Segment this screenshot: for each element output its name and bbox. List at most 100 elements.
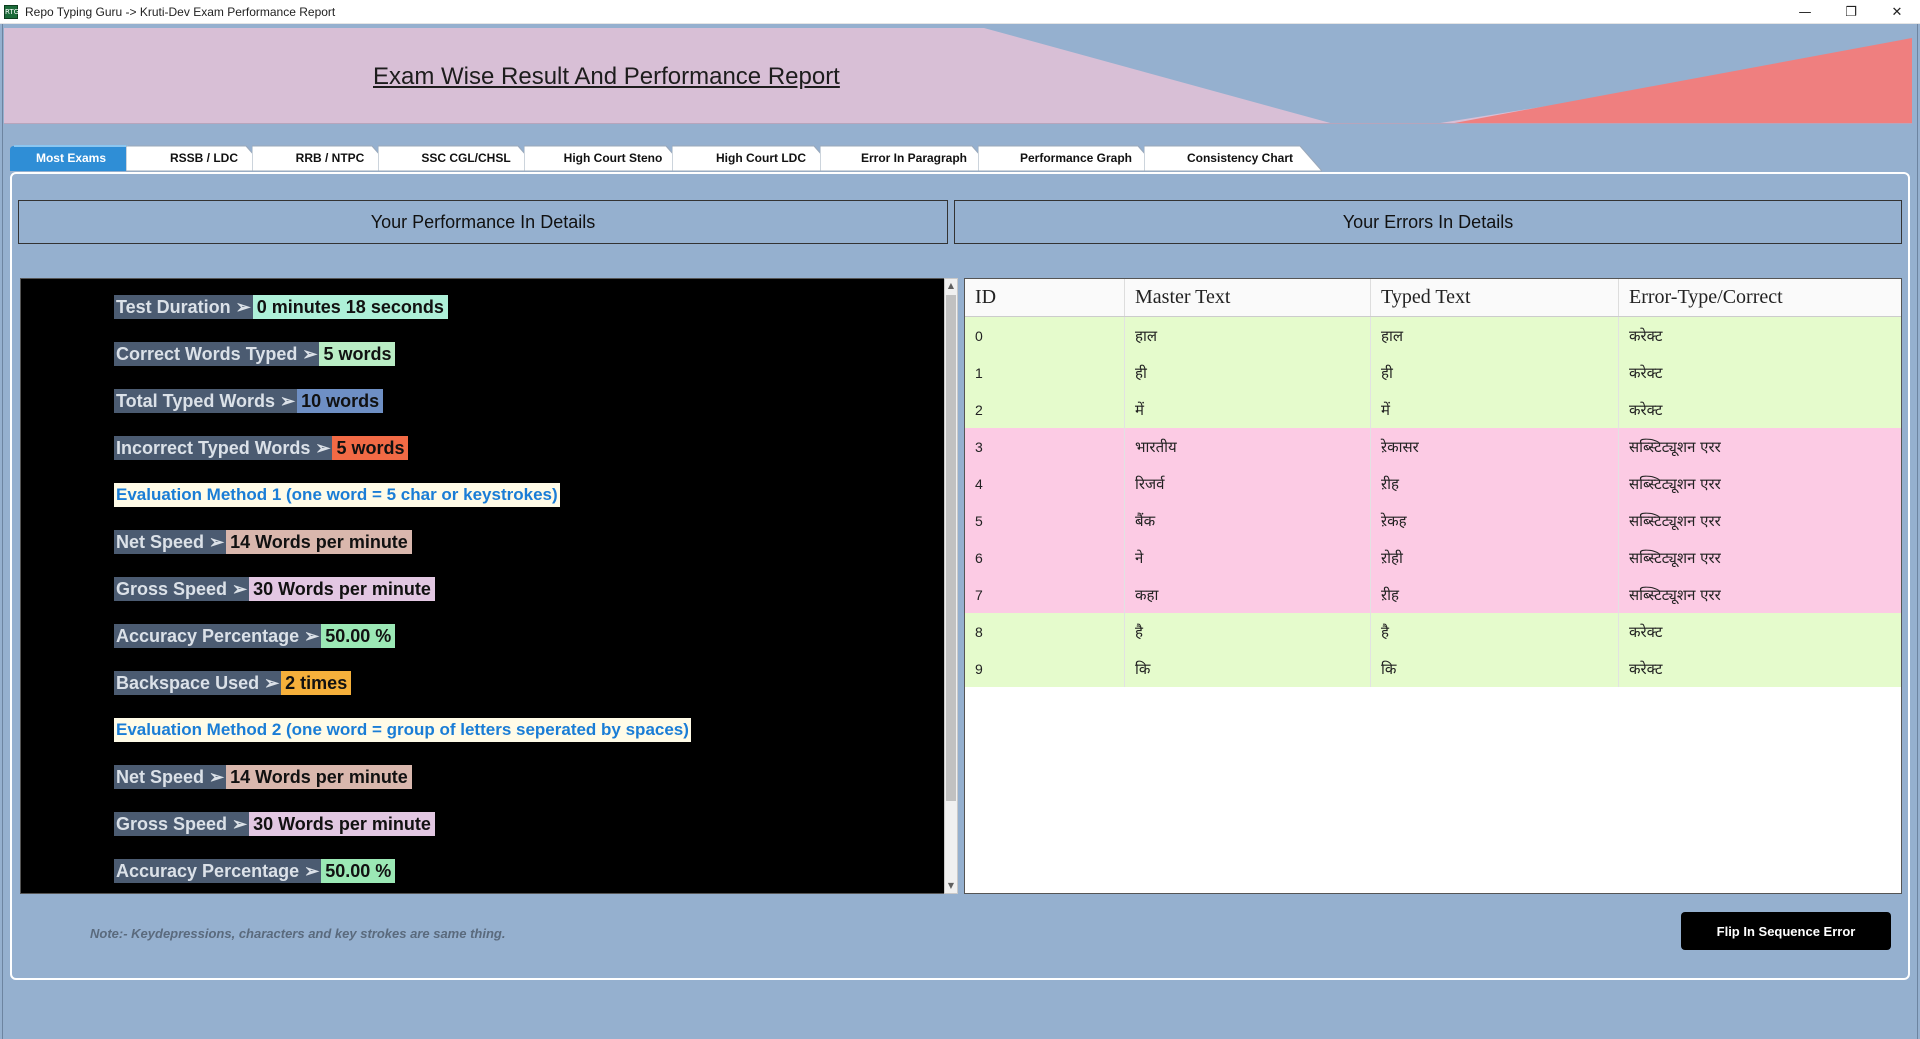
tab-ssc-cgl-chsl[interactable]: SSC CGL/CHSL	[378, 144, 540, 172]
net-speed-label: Net Speed ➢	[114, 530, 227, 554]
banner-decoration	[984, 28, 1912, 123]
cell-master-text: कहा	[1125, 576, 1371, 613]
tab-label: Most Exams	[35, 151, 107, 165]
cell-id: 4	[965, 465, 1125, 502]
minimize-icon[interactable]: —	[1782, 0, 1828, 24]
column-header-id[interactable]: ID	[965, 279, 1125, 316]
cell-typed-text: ऱीह	[1371, 465, 1619, 502]
tab-error-in-paragraph[interactable]: Error In Paragraph	[820, 144, 994, 172]
tab-high-court-ldc[interactable]: High Court LDC	[672, 144, 836, 172]
cell-master-text: में	[1125, 391, 1371, 428]
test-duration-line: Test Duration ➢ 0 minutes 18 seconds	[114, 295, 448, 319]
cell-error-type: सब्स्टिट्यूशन एरर	[1629, 474, 1721, 493]
cell-id: 3	[965, 428, 1125, 465]
cell-id: 1	[965, 354, 1125, 391]
m2-accuracy-line: Accuracy Percentage ➢ 50.00 %	[114, 859, 396, 883]
backspace-value: 2 times	[281, 671, 352, 695]
cell-master-text: कि	[1125, 650, 1371, 687]
table-row[interactable]: 2 में में करेक्ट	[965, 391, 1901, 428]
column-header-typed-text[interactable]: Typed Text	[1371, 279, 1619, 316]
column-header-master-text[interactable]: Master Text	[1125, 279, 1371, 316]
tab-rrb-ntpc[interactable]: RRB / NTPC	[252, 144, 394, 172]
incorrect-words-value: 5 words	[332, 436, 409, 460]
app-logo-icon: RTG	[4, 4, 19, 19]
cell-error-type: करेक्ट	[1629, 363, 1663, 382]
cell-master-text: ही	[1125, 354, 1371, 391]
cell-error-type: सब्स्टिट्यूशन एरर	[1629, 585, 1721, 604]
errors-table[interactable]: ID Master Text Typed Text Error-Type/Cor…	[964, 278, 1902, 894]
backspace-label: Backspace Used ➢	[114, 671, 282, 695]
table-row[interactable]: 5 बैंक ऱेकह सब्स्टिट्यूशन एरर	[965, 502, 1901, 539]
footer-note: Note:- Keydepressions, characters and ke…	[90, 926, 506, 941]
evaluation-method-2-heading: Evaluation Method 2 (one word = group of…	[114, 718, 691, 742]
gross-speed-label: Gross Speed ➢	[114, 577, 250, 601]
cell-typed-text: ऱोही	[1371, 539, 1619, 576]
table-row[interactable]: 9 कि कि करेक्ट	[965, 650, 1901, 687]
accuracy-value: 50.00 %	[321, 859, 396, 883]
tab-high-court-steno[interactable]: High Court Steno	[524, 144, 688, 172]
performance-section-header: Your Performance In Details	[18, 200, 948, 244]
exam-tabs: Most Exams RSSB / LDC RRB / NTPC SSC CGL…	[10, 144, 1410, 172]
table-row[interactable]: 7 कहा ऱीह सब्स्टिट्यूशन एरर	[965, 576, 1901, 613]
cell-error-type: करेक्ट	[1629, 400, 1663, 419]
cell-master-text: रिजर्व	[1125, 465, 1371, 502]
net-speed-value: 14 Words per minute	[226, 765, 412, 789]
m2-gross-speed-line: Gross Speed ➢ 30 Words per minute	[114, 812, 435, 836]
scrollbar-thumb[interactable]	[946, 295, 956, 801]
net-speed-label: Net Speed ➢	[114, 765, 227, 789]
gross-speed-value: 30 Words per minute	[249, 812, 435, 836]
cell-master-text: हाल	[1125, 317, 1371, 354]
table-body: 0 हाल हाल करेक्ट 1 ही ही करेक्ट 2 में मे…	[965, 317, 1901, 687]
cell-error-type: करेक्ट	[1629, 622, 1663, 641]
method2-line: Evaluation Method 2 (one word = group of…	[114, 718, 691, 742]
cell-typed-text: हाल	[1371, 317, 1619, 354]
correct-words-value: 5 words	[319, 342, 396, 366]
table-row[interactable]: 0 हाल हाल करेक्ट	[965, 317, 1901, 354]
performance-scrollbar[interactable]: ▲ ▼	[944, 278, 958, 894]
m1-net-speed-line: Net Speed ➢ 14 Words per minute	[114, 530, 412, 554]
tab-content-panel: Your Performance In Details Your Errors …	[10, 172, 1910, 980]
window-titlebar: RTG Repo Typing Guru -> Kruti-Dev Exam P…	[0, 0, 1920, 24]
table-row[interactable]: 1 ही ही करेक्ट	[965, 354, 1901, 391]
cell-id: 7	[965, 576, 1125, 613]
accuracy-value: 50.00 %	[321, 624, 396, 648]
cell-id: 6	[965, 539, 1125, 576]
table-row[interactable]: 6 ने ऱोही सब्स्टिट्यूशन एरर	[965, 539, 1901, 576]
scroll-down-icon[interactable]: ▼	[945, 879, 957, 893]
test-duration-label: Test Duration ➢	[114, 295, 253, 319]
cell-error-type: करेक्ट	[1629, 326, 1663, 345]
table-row[interactable]: 3 भारतीय ऱेकासर सब्स्टिट्यूशन एरर	[965, 428, 1901, 465]
cell-master-text: बैंक	[1125, 502, 1371, 539]
cell-id: 8	[965, 613, 1125, 650]
correct-words-line: Correct Words Typed ➢ 5 words	[114, 342, 396, 366]
tab-label: RSSB / LDC	[169, 151, 238, 165]
table-row[interactable]: 4 रिजर्व ऱीह सब्स्टिट्यूशन एरर	[965, 465, 1901, 502]
correct-words-label: Correct Words Typed ➢	[114, 342, 320, 366]
tab-label: High Court LDC	[716, 151, 806, 165]
performance-details-panel[interactable]: Test Duration ➢ 0 minutes 18 seconds Cor…	[20, 278, 945, 894]
table-row[interactable]: 8 है है करेक्ट	[965, 613, 1901, 650]
cell-error-type: करेक्ट	[1629, 659, 1663, 678]
cell-error-type: सब्स्टिट्यूशन एरर	[1629, 511, 1721, 530]
table-header: ID Master Text Typed Text Error-Type/Cor…	[965, 279, 1901, 317]
evaluation-method-1-heading: Evaluation Method 1 (one word = 5 char o…	[114, 483, 560, 507]
window-controls: — ❐ ✕	[1782, 0, 1920, 24]
scroll-up-icon[interactable]: ▲	[945, 279, 957, 293]
column-header-error-type[interactable]: Error-Type/Correct	[1619, 279, 1901, 316]
tab-rssb-ldc[interactable]: RSSB / LDC	[126, 144, 268, 172]
restore-icon[interactable]: ❐	[1828, 0, 1874, 24]
cell-typed-text: में	[1371, 391, 1619, 428]
total-words-line: Total Typed Words ➢ 10 words	[114, 389, 384, 413]
gross-speed-value: 30 Words per minute	[249, 577, 435, 601]
tab-performance-graph[interactable]: Performance Graph	[978, 144, 1160, 172]
cell-typed-text: ऱेकासर	[1371, 428, 1619, 465]
m1-accuracy-line: Accuracy Percentage ➢ 50.00 %	[114, 624, 396, 648]
flip-in-sequence-error-button[interactable]: Flip In Sequence Error	[1681, 912, 1891, 950]
tab-label: Consistency Chart	[1186, 151, 1294, 165]
cell-typed-text: कि	[1371, 650, 1619, 687]
net-speed-value: 14 Words per minute	[226, 530, 412, 554]
close-icon[interactable]: ✕	[1874, 0, 1920, 24]
tab-consistency-chart[interactable]: Consistency Chart	[1144, 144, 1322, 172]
accuracy-label: Accuracy Percentage ➢	[114, 859, 322, 883]
cell-typed-text: ऱेकह	[1371, 502, 1619, 539]
